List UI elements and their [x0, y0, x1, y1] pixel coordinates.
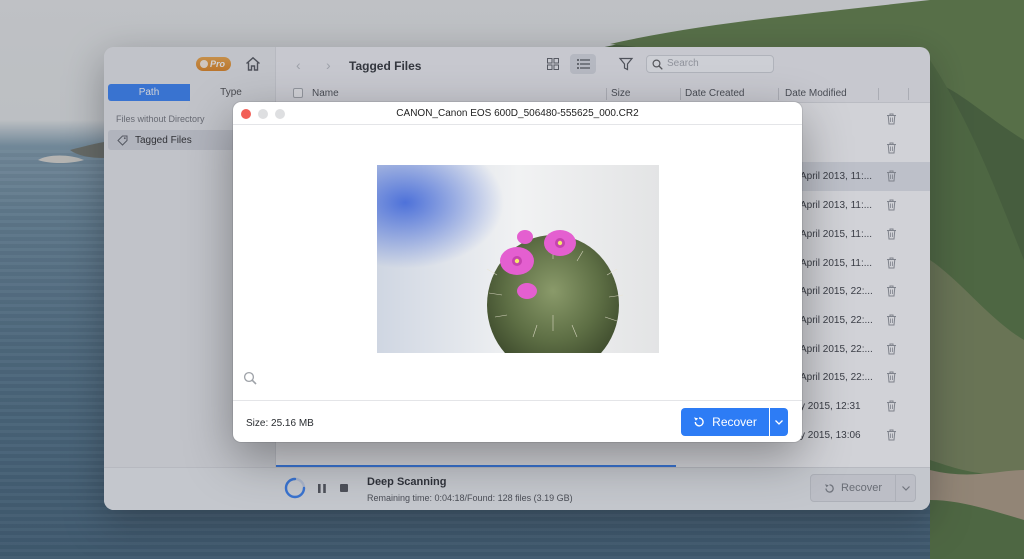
recover-options-dropdown[interactable]	[770, 408, 788, 436]
divider	[233, 400, 802, 401]
chevron-down-icon	[775, 419, 783, 425]
file-size-label: Size: 25.16 MB	[246, 418, 314, 429]
recover-icon	[694, 417, 704, 427]
zoom-icon[interactable]	[243, 371, 257, 385]
dialog-title: CANON_Canon EOS 600D_506480-555625_000.C…	[396, 108, 639, 119]
preview-image	[377, 165, 659, 353]
divider	[233, 124, 802, 125]
preview-dialog: CANON_Canon EOS 600D_506480-555625_000.C…	[233, 102, 802, 442]
recover-button-label: Recover	[712, 415, 757, 429]
recover-button[interactable]: Recover	[681, 408, 769, 436]
